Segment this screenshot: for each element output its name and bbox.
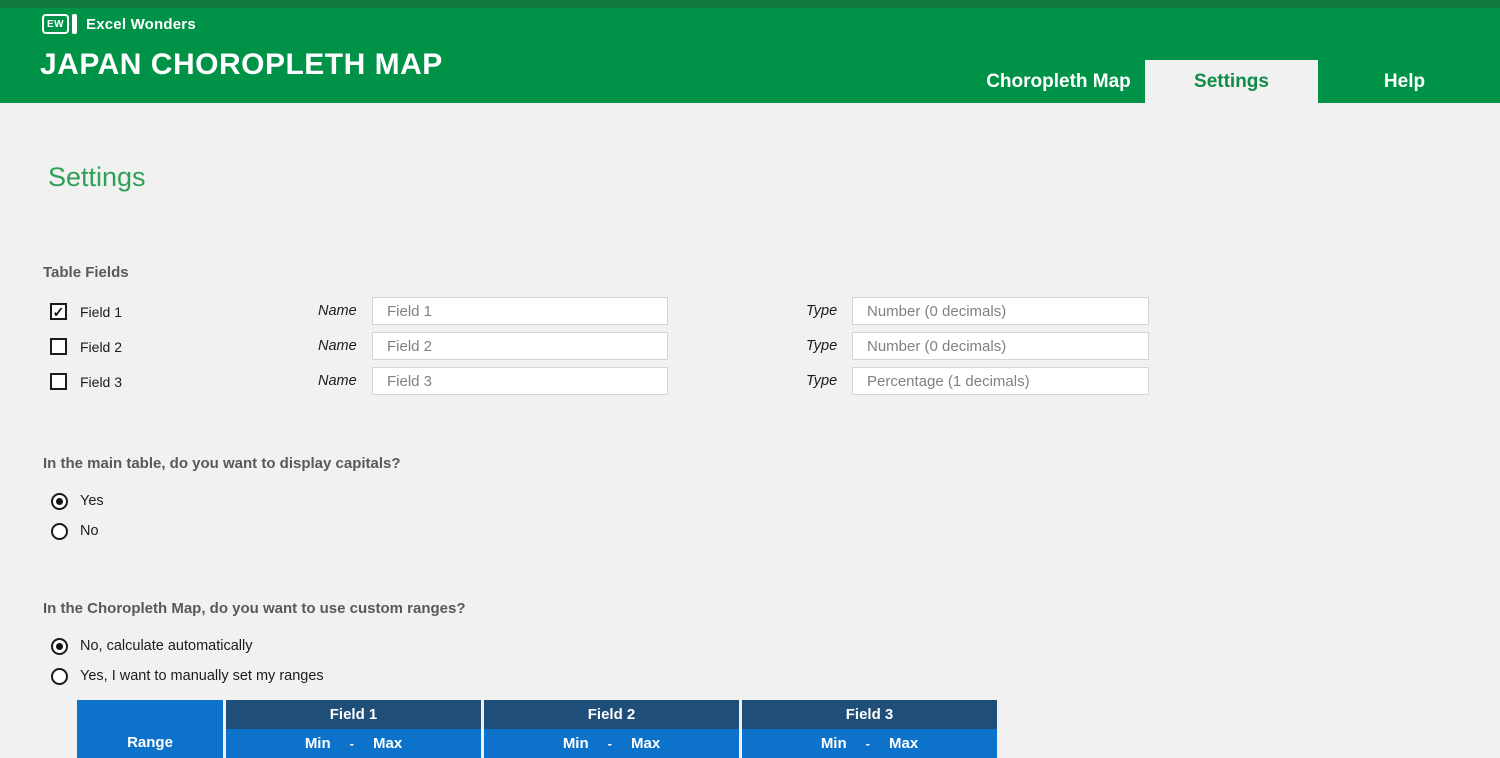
tab-choropleth-map[interactable]: Choropleth Map [972, 60, 1145, 103]
max-label: Max [373, 735, 402, 752]
dash-separator: - [866, 736, 870, 751]
tab-settings[interactable]: Settings [1145, 60, 1318, 103]
ranges-field1-group: Field 1 Min - Max [226, 700, 481, 758]
ranges-field1-minmax: Min - Max [226, 729, 481, 758]
capitals-option-yes: Yes [0, 493, 600, 511]
field2-checkbox[interactable] [50, 338, 67, 355]
field2-type-input[interactable] [852, 332, 1149, 360]
field1-type-input[interactable] [852, 297, 1149, 325]
field3-type-label: Type [806, 373, 837, 389]
ranges-option-manual: Yes, I want to manually set my ranges [0, 668, 600, 686]
capitals-option-no: No [0, 523, 600, 541]
app-header: EW Excel Wonders JAPAN CHOROPLETH MAP Ch… [0, 0, 1500, 103]
excel-wonders-logo-icon: EW [42, 14, 69, 34]
field3-type-input[interactable] [852, 367, 1149, 395]
field1-name-label: Name [318, 303, 357, 319]
field3-name-input[interactable] [372, 367, 668, 395]
field1-checkbox[interactable]: ✓ [50, 303, 67, 320]
ranges-field3-minmax: Min - Max [742, 729, 997, 758]
header-top-strip [0, 0, 1500, 8]
logo-bar-icon [72, 14, 77, 34]
min-label: Min [305, 735, 331, 752]
ranges-field2-header: Field 2 [484, 700, 739, 729]
ranges-manual-label[interactable]: Yes, I want to manually set my ranges [80, 668, 324, 684]
min-label: Min [821, 735, 847, 752]
dash-separator: - [608, 736, 612, 751]
field2-name-label: Name [318, 338, 357, 354]
field1-checkbox-label[interactable]: Field 1 [80, 304, 122, 320]
capitals-yes-radio[interactable] [51, 493, 68, 510]
max-label: Max [631, 735, 660, 752]
tab-help[interactable]: Help [1318, 60, 1491, 103]
ranges-field2-group: Field 2 Min - Max [484, 700, 739, 758]
capitals-yes-label[interactable]: Yes [80, 493, 104, 509]
field-row-1: ✓ Field 1 Name Type [0, 297, 1500, 325]
dash-separator: - [350, 736, 354, 751]
ranges-field2-minmax: Min - Max [484, 729, 739, 758]
range-header-label: Range [127, 734, 173, 751]
table-fields-section-title: Table Fields [43, 264, 129, 281]
capitals-no-radio[interactable] [51, 523, 68, 540]
field2-name-input[interactable] [372, 332, 668, 360]
custom-ranges-table: Range Field 1 Min - Max Field 2 Min - Ma… [77, 700, 997, 758]
capitals-no-label[interactable]: No [80, 523, 99, 539]
field3-checkbox-label[interactable]: Field 3 [80, 374, 122, 390]
brand-logo: EW Excel Wonders [42, 14, 196, 34]
ranges-option-auto: No, calculate automatically [0, 638, 600, 656]
ranges-auto-radio[interactable] [51, 638, 68, 655]
ranges-question: In the Choropleth Map, do you want to us… [43, 600, 466, 617]
page-title: JAPAN CHOROPLETH MAP [40, 48, 443, 82]
brand-name: Excel Wonders [86, 16, 196, 33]
field-row-3: Field 3 Name Type [0, 367, 1500, 395]
max-label: Max [889, 735, 918, 752]
capitals-question: In the main table, do you want to displa… [43, 455, 401, 472]
tab-bar: Choropleth Map Settings Help [972, 60, 1491, 103]
field1-name-input[interactable] [372, 297, 668, 325]
ranges-field3-group: Field 3 Min - Max [742, 700, 997, 758]
field3-name-label: Name [318, 373, 357, 389]
checkmark-icon: ✓ [53, 305, 65, 319]
settings-heading: Settings [48, 162, 146, 193]
field2-type-label: Type [806, 338, 837, 354]
ranges-field3-header: Field 3 [742, 700, 997, 729]
ranges-field1-header: Field 1 [226, 700, 481, 729]
range-column-header: Range [77, 700, 223, 758]
min-label: Min [563, 735, 589, 752]
field-row-2: Field 2 Name Type [0, 332, 1500, 360]
field2-checkbox-label[interactable]: Field 2 [80, 339, 122, 355]
field1-type-label: Type [806, 303, 837, 319]
ranges-auto-label[interactable]: No, calculate automatically [80, 638, 252, 654]
field3-checkbox[interactable] [50, 373, 67, 390]
ranges-manual-radio[interactable] [51, 668, 68, 685]
